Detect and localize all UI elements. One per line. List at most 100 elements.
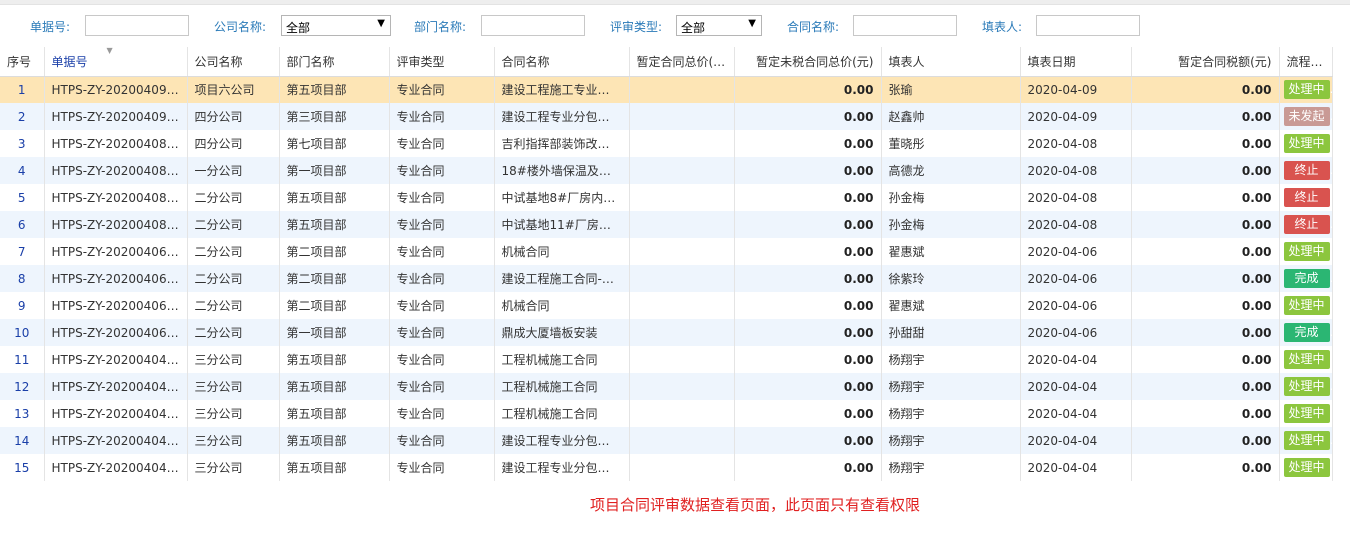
row-index: 8	[0, 265, 45, 292]
dept-input[interactable]	[481, 15, 585, 36]
col-header-total-price[interactable]: 暂定合同总价(…	[629, 47, 735, 77]
row-company: 二分公司	[187, 265, 280, 292]
row-dept: 第五项目部	[279, 346, 390, 373]
table-row[interactable]: 2 HTPS-ZY-20200409-… 四分公司 第三项目部 专业合同 建设工程专业分包…	[0, 103, 1333, 130]
row-dept: 第二项目部	[279, 238, 390, 265]
status-badge[interactable]: 处理中	[1283, 296, 1330, 315]
table-row[interactable]: 6 HTPS-ZY-20200408-… 二分公司 第五项目部 专业合同 中试基地11#厂…	[0, 211, 1333, 238]
row-doc-no: HTPS-ZY-20200404-…	[44, 373, 188, 400]
row-doc-no: HTPS-ZY-20200406-…	[44, 292, 188, 319]
contract-input[interactable]	[853, 15, 957, 36]
row-index: 7	[0, 238, 45, 265]
status-badge[interactable]: 完成	[1283, 269, 1330, 288]
row-date: 2020-04-09	[1020, 103, 1132, 130]
row-total-price	[629, 427, 735, 454]
row-company: 三分公司	[187, 373, 280, 400]
status-badge[interactable]: 处理中	[1283, 458, 1330, 477]
col-header-index[interactable]: 序号	[0, 47, 45, 77]
col-header-review-type[interactable]: 评审类型	[389, 47, 495, 77]
table-row[interactable]: 8 HTPS-ZY-20200406-… 二分公司 第二项目部 专业合同 建设工程施工合同…	[0, 265, 1333, 292]
row-company: 四分公司	[187, 130, 280, 157]
status-badge[interactable]: 处理中	[1283, 80, 1330, 100]
col-header-contract-name[interactable]: 合同名称	[494, 47, 630, 77]
filler-label: 填表人:	[982, 20, 1023, 34]
row-tax: 0.00	[1131, 265, 1280, 292]
status-badge[interactable]: 处理中	[1283, 404, 1330, 423]
row-index: 15	[0, 454, 45, 481]
table-row[interactable]: 4 HTPS-ZY-20200408-… 一分公司 第一项目部 专业合同 18#楼外墙保温…	[0, 157, 1333, 184]
table-row[interactable]: 15 HTPS-ZY-20200404-… 三分公司 第五项目部 专业合同 建设工程专业分…	[0, 454, 1333, 481]
row-filler: 杨翔宇	[881, 427, 1021, 454]
table-row[interactable]: 13 HTPS-ZY-20200404-… 三分公司 第五项目部 专业合同 工程机械施工合…	[0, 400, 1333, 427]
status-badge[interactable]: 处理中	[1283, 431, 1330, 450]
review-type-select-value: 全部	[681, 21, 706, 35]
review-type-select[interactable]: 全部 ▼	[676, 15, 762, 36]
row-status: 处理中	[1279, 427, 1333, 454]
row-total-price	[629, 292, 735, 319]
contract-label: 合同名称:	[787, 20, 840, 34]
row-dept: 第五项目部	[279, 184, 390, 211]
table-row[interactable]: 3 HTPS-ZY-20200408-… 四分公司 第七项目部 专业合同 吉利指挥部装饰改…	[0, 130, 1333, 157]
row-status: 完成	[1279, 265, 1333, 292]
row-review-type: 专业合同	[389, 238, 495, 265]
company-select[interactable]: 全部 ▼	[281, 15, 391, 36]
row-review-type: 专业合同	[389, 400, 495, 427]
row-status: 处理中	[1279, 373, 1333, 400]
row-dept: 第二项目部	[279, 292, 390, 319]
row-tax: 0.00	[1131, 184, 1280, 211]
table-row[interactable]: 5 HTPS-ZY-20200408-… 二分公司 第五项目部 专业合同 中试基地8#厂房…	[0, 184, 1333, 211]
row-tax: 0.00	[1131, 373, 1280, 400]
review-type-label: 评审类型:	[610, 20, 663, 34]
row-review-type: 专业合同	[389, 454, 495, 481]
col-header-date[interactable]: 填表日期	[1020, 47, 1132, 77]
row-untaxed-price: 0.00	[734, 319, 882, 346]
col-header-status[interactable]: 流程状态	[1279, 47, 1333, 77]
col-header-doc-no[interactable]: 单据号 ▼	[44, 47, 188, 77]
row-dept: 第五项目部	[279, 76, 390, 103]
row-untaxed-price: 0.00	[734, 238, 882, 265]
status-badge[interactable]: 终止	[1283, 161, 1330, 180]
row-date: 2020-04-08	[1020, 157, 1132, 184]
row-untaxed-price: 0.00	[734, 454, 882, 481]
row-untaxed-price: 0.00	[734, 373, 882, 400]
col-header-company[interactable]: 公司名称	[187, 47, 280, 77]
row-review-type: 专业合同	[389, 346, 495, 373]
status-badge[interactable]: 处理中	[1283, 350, 1330, 369]
row-total-price	[629, 103, 735, 130]
status-badge[interactable]: 未发起	[1283, 107, 1330, 126]
status-badge[interactable]: 终止	[1283, 215, 1330, 234]
table-row[interactable]: 14 HTPS-ZY-20200404-… 三分公司 第五项目部 专业合同 建设工程专业分…	[0, 427, 1333, 454]
table-row[interactable]: 7 HTPS-ZY-20200406-… 二分公司 第二项目部 专业合同 机械合同 0.00…	[0, 238, 1333, 265]
row-review-type: 专业合同	[389, 184, 495, 211]
table-row[interactable]: 11 HTPS-ZY-20200404-… 三分公司 第五项目部 专业合同 工程机械施工合…	[0, 346, 1333, 373]
table-row[interactable]: 9 HTPS-ZY-20200406-… 二分公司 第二项目部 专业合同 机械合同 0.00…	[0, 292, 1333, 319]
row-date: 2020-04-06	[1020, 265, 1132, 292]
status-badge[interactable]: 处理中	[1283, 242, 1330, 261]
doc-no-input[interactable]	[85, 15, 189, 36]
status-badge[interactable]: 处理中	[1283, 377, 1330, 396]
col-header-tax[interactable]: 暂定合同税额(元)	[1131, 47, 1280, 77]
row-total-price	[629, 157, 735, 184]
row-total-price	[629, 346, 735, 373]
row-company: 二分公司	[187, 211, 280, 238]
row-tax: 0.00	[1131, 319, 1280, 346]
row-status: 处理中	[1279, 76, 1333, 103]
status-badge[interactable]: 处理中	[1283, 134, 1330, 153]
table-row[interactable]: 1 HTPS-ZY-20200409-… 项目六公司 第五项目部 专业合同 建设工程施工专…	[0, 76, 1333, 103]
col-header-dept[interactable]: 部门名称	[279, 47, 390, 77]
row-untaxed-price: 0.00	[734, 346, 882, 373]
status-badge[interactable]: 完成	[1283, 323, 1330, 342]
table-header-row: 序号 单据号 ▼ 公司名称 部门名称 评审类型 合同名称 暂定合同总价(… 暂定未…	[0, 47, 1333, 77]
row-date: 2020-04-09	[1020, 76, 1132, 103]
status-badge[interactable]: 终止	[1283, 188, 1330, 207]
col-header-untaxed-price[interactable]: 暂定未税合同总价(元)	[734, 47, 882, 77]
table-row[interactable]: 10 HTPS-ZY-20200406-… 二分公司 第一项目部 专业合同 鼎成大厦墙板安…	[0, 319, 1333, 346]
table-row[interactable]: 12 HTPS-ZY-20200404-… 三分公司 第五项目部 专业合同 工程机械施工合…	[0, 373, 1333, 400]
row-review-type: 专业合同	[389, 265, 495, 292]
row-filler: 孙金梅	[881, 184, 1021, 211]
row-contract-name: 建设工程专业分包…	[494, 454, 630, 481]
filler-input[interactable]	[1036, 15, 1140, 36]
row-doc-no: HTPS-ZY-20200404-…	[44, 346, 188, 373]
row-filler: 杨翔宇	[881, 346, 1021, 373]
col-header-filler[interactable]: 填表人	[881, 47, 1021, 77]
